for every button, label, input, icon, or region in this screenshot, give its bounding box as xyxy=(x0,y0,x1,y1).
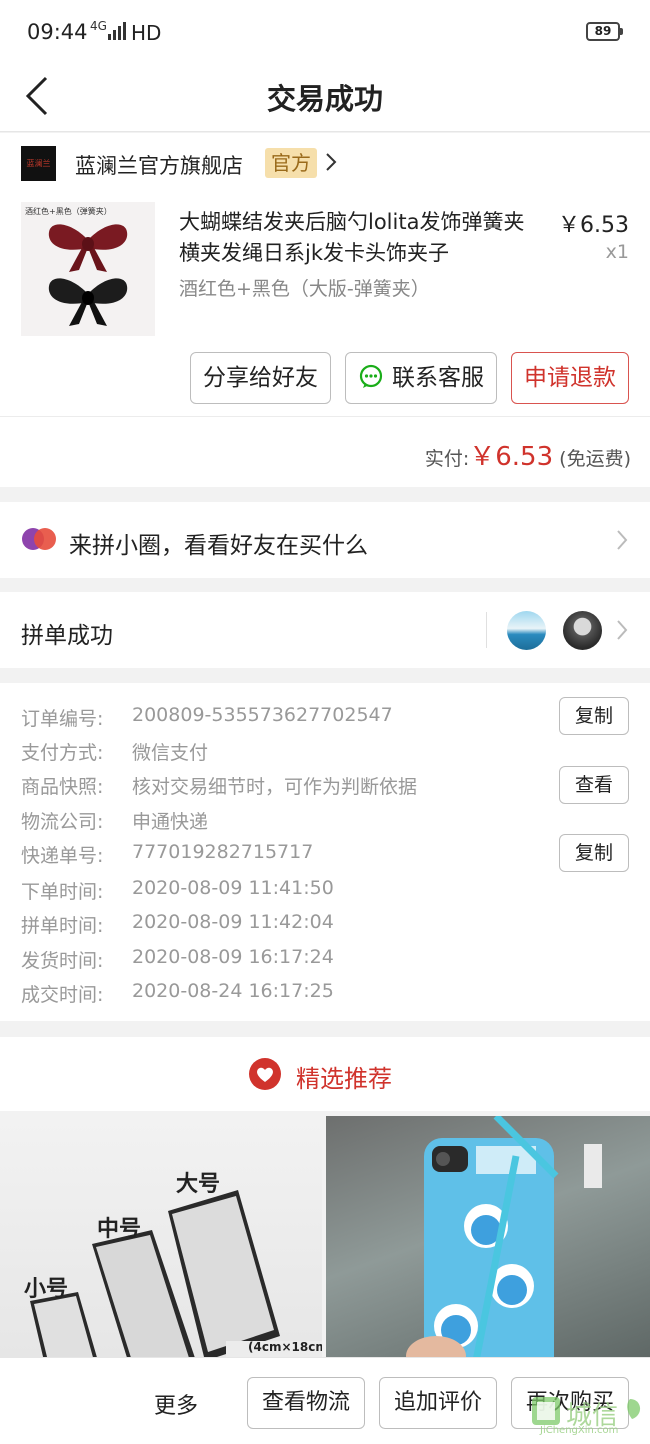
refund-button[interactable]: 申请退款 xyxy=(511,352,629,404)
detail-label: 订单编号: xyxy=(21,708,104,730)
size-label-medium: 中号 xyxy=(97,1217,142,1242)
chevron-right-icon xyxy=(617,530,628,550)
status-bar: 09:44 4G HD 89 xyxy=(0,0,650,62)
size-label-large: 大号 xyxy=(176,1172,221,1197)
recommend-title: 精选推荐 xyxy=(296,1065,392,1093)
page-title: 交易成功 xyxy=(266,82,383,116)
divider xyxy=(0,416,650,417)
more-button[interactable]: 更多 xyxy=(154,1388,198,1420)
detail-value: 微信支付 xyxy=(132,742,209,764)
copy-tracking-button[interactable]: 复制 xyxy=(559,834,629,872)
detail-value[interactable]: 200809-535573627702547 xyxy=(132,704,393,726)
detail-row-group-time: 拼单时间: 2020-08-09 11:42:04 xyxy=(21,911,334,938)
detail-label: 发货时间: xyxy=(21,950,104,972)
detail-label: 成交时间: xyxy=(21,984,104,1006)
detail-row-ship-time: 发货时间: 2020-08-09 16:17:24 xyxy=(21,946,334,973)
detail-value: 核对交易细节时，可作为判断依据 xyxy=(132,776,418,798)
group-success-text: 拼单成功 xyxy=(21,623,113,649)
watermark-en: JiChengXin.com xyxy=(540,1425,619,1436)
hd-indicator: HD xyxy=(131,21,162,45)
size-label-small: 小号 xyxy=(24,1277,69,1302)
chevron-right-icon xyxy=(617,620,628,640)
copy-order-button[interactable]: 复制 xyxy=(559,697,629,735)
detail-label: 物流公司: xyxy=(21,811,104,833)
watermark: 城信 JiChengXin.com xyxy=(530,1393,648,1437)
share-button[interactable]: 分享给好友 xyxy=(190,352,331,404)
nav-header: 交易成功 xyxy=(0,62,650,132)
detail-row-payment: 支付方式: 微信支付 xyxy=(21,738,208,765)
store-name[interactable]: 蓝澜兰官方旗舰店 xyxy=(75,150,243,180)
detail-label: 商品快照: xyxy=(21,776,104,798)
shipping-note: (免运费) xyxy=(559,448,631,470)
recommend-product-mirror[interactable]: 小号 中号 大号 (4cm×18cm) xyxy=(0,1116,322,1361)
product-image[interactable]: 酒红色+黑色（弹簧夹） xyxy=(21,202,155,336)
avatar[interactable] xyxy=(507,611,546,650)
view-logistics-button[interactable]: 查看物流 xyxy=(247,1377,365,1429)
detail-value: 2020-08-09 11:42:04 xyxy=(132,911,334,933)
view-snapshot-button[interactable]: 查看 xyxy=(559,766,629,804)
detail-row-order-time: 下单时间: 2020-08-09 11:41:50 xyxy=(21,877,334,904)
paid-amount: 实付:￥6.53 (免运费) xyxy=(425,436,631,473)
recommend-product-phonecase[interactable] xyxy=(326,1116,650,1361)
product-title[interactable]: 大蝴蝶结发夹后脑勺lolita发饰弹簧夹横夹发绳日系jk发卡头饰夹子 xyxy=(179,207,539,269)
add-review-button[interactable]: 追加评价 xyxy=(379,1377,497,1429)
store-logo-text: 蓝澜兰 xyxy=(26,159,51,168)
detail-label: 拼单时间: xyxy=(21,915,104,937)
status-time: 09:44 xyxy=(27,20,88,44)
mirror-dimension: (4cm×18cm) xyxy=(248,1340,322,1354)
battery-icon: 89 xyxy=(586,22,623,41)
detail-row-deal-time: 成交时间: 2020-08-24 16:17:25 xyxy=(21,980,334,1007)
order-product-card: 蓝澜兰 蓝澜兰官方旗舰店 官方 酒红色+黑色（弹簧夹） 大蝴蝶结发夹后脑勺lol… xyxy=(0,133,650,487)
friends-circle-row[interactable]: 来拼小圈，看看好友在买什么 xyxy=(0,502,650,578)
recommend-header: 精选推荐 xyxy=(0,1037,650,1111)
detail-row-carrier: 物流公司: 申通快递 xyxy=(21,807,208,834)
detail-value: 2020-08-24 16:17:25 xyxy=(132,980,334,1002)
friends-circle-text: 来拼小圈，看看好友在买什么 xyxy=(69,533,368,559)
circle-logo-icon xyxy=(22,528,56,550)
contact-service-label: 联系客服 xyxy=(392,365,484,391)
bow-illustration xyxy=(48,224,128,326)
detail-value: 申通快递 xyxy=(132,811,209,833)
detail-row-snapshot: 商品快照: 核对交易细节时，可作为判断依据 xyxy=(21,772,417,799)
paid-currency: ￥ xyxy=(469,442,496,472)
paid-label: 实付: xyxy=(424,448,470,470)
battery-level: 89 xyxy=(594,24,612,38)
detail-value[interactable]: 777019282715717 xyxy=(132,841,313,863)
detail-label: 快递单号: xyxy=(21,845,104,867)
official-badge: 官方 xyxy=(265,148,317,178)
phone-case-illustration xyxy=(406,1116,602,1361)
detail-value: 2020-08-09 11:41:50 xyxy=(132,877,334,899)
paid-value: 6.53 xyxy=(495,442,554,472)
detail-row-tracking: 快递单号: 777019282715717 xyxy=(21,841,313,868)
contact-service-button[interactable]: 联系客服 xyxy=(345,352,497,404)
group-success-row[interactable]: 拼单成功 xyxy=(0,592,650,668)
wechat-icon xyxy=(359,364,383,388)
product-sku: 酒红色+黑色（大版-弹簧夹） xyxy=(179,278,430,300)
signal-icon xyxy=(108,22,126,40)
vertical-divider xyxy=(486,612,487,648)
detail-row-order-no: 订单编号: 200809-535573627702547 xyxy=(21,704,393,731)
product-quantity: x1 xyxy=(605,241,629,263)
heart-icon xyxy=(249,1058,281,1090)
detail-label: 下单时间: xyxy=(21,881,104,903)
avatar[interactable] xyxy=(563,611,602,650)
mirror-illustration xyxy=(30,1190,322,1361)
order-details: 订单编号: 200809-535573627702547 复制 支付方式: 微信… xyxy=(0,683,650,1021)
store-logo[interactable]: 蓝澜兰 xyxy=(21,146,56,181)
detail-value: 2020-08-09 16:17:24 xyxy=(132,946,334,968)
product-price: ￥6.53 xyxy=(558,213,629,238)
detail-label: 支付方式: xyxy=(21,742,104,764)
chevron-right-icon[interactable] xyxy=(324,151,338,173)
network-type: 4G xyxy=(90,19,107,33)
